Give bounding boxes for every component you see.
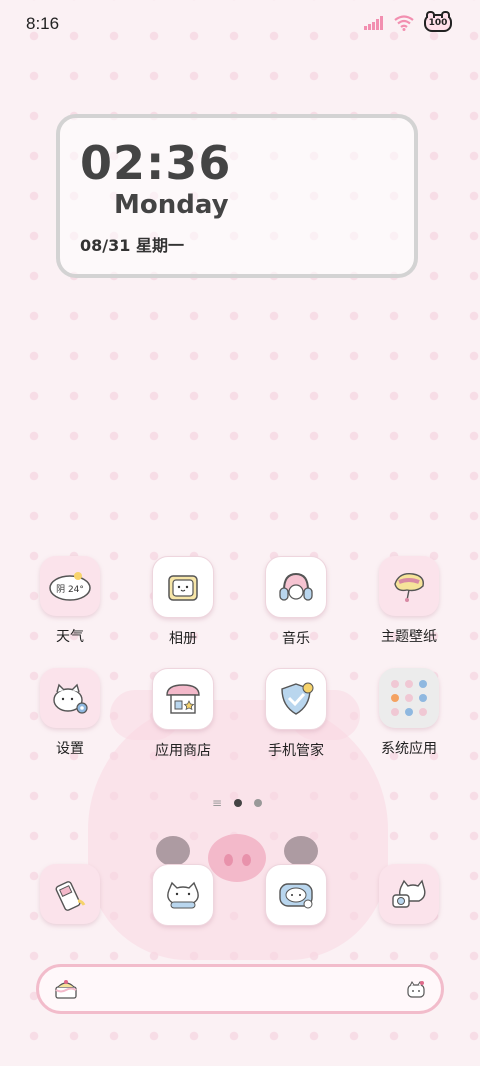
app-system-folder[interactable]: 系统应用 xyxy=(359,668,459,758)
signal-icon xyxy=(364,16,383,30)
dock-phone[interactable] xyxy=(20,864,120,924)
app-settings[interactable]: 设置 xyxy=(20,668,120,758)
status-time: 8:16 xyxy=(26,14,60,33)
app-store[interactable]: 应用商店 xyxy=(133,668,233,760)
status-bar: 8:16 100 xyxy=(0,0,480,48)
wifi-icon xyxy=(394,15,414,31)
app-music[interactable]: 音乐 xyxy=(246,556,346,648)
clock-widget[interactable]: 02:36 Monday 08/31 星期一 xyxy=(56,114,418,278)
clock-date: 08/31 星期一 xyxy=(80,236,184,255)
messages-icon xyxy=(152,864,214,926)
page-indicator[interactable]: ≡ xyxy=(212,796,263,810)
app-gallery[interactable]: 相册 xyxy=(133,556,233,648)
app-label-weather: 天气 xyxy=(56,629,84,645)
page-dot-2[interactable] xyxy=(254,799,263,807)
app-phone-manager[interactable]: 手机管家 xyxy=(246,668,346,760)
app-store-icon xyxy=(152,668,214,730)
app-label-phone-manager: 手机管家 xyxy=(268,743,324,759)
app-label-gallery: 相册 xyxy=(169,631,197,647)
weather-icon: 阴 24° xyxy=(40,556,100,616)
settings-icon xyxy=(40,668,100,728)
pig-eye-left xyxy=(156,836,190,866)
dock-camera[interactable] xyxy=(359,864,459,924)
music-icon xyxy=(265,556,327,618)
dock-browser[interactable] xyxy=(246,864,346,926)
page-dot-1[interactable] xyxy=(234,799,243,807)
battery-icon: 100 xyxy=(424,11,452,32)
camera-icon xyxy=(379,864,439,924)
cake-icon xyxy=(55,980,77,999)
clock-day: Monday xyxy=(114,190,229,220)
app-weather[interactable]: 阴 24° 天气 xyxy=(20,556,120,646)
app-theme[interactable]: 主题壁纸 xyxy=(359,556,459,646)
status-icons: 100 xyxy=(364,11,452,32)
app-label-store: 应用商店 xyxy=(155,743,211,759)
app-label-system-folder: 系统应用 xyxy=(381,741,437,757)
phone-icon xyxy=(40,864,100,924)
pig-mic-icon[interactable] xyxy=(405,980,427,1000)
app-label-theme: 主题壁纸 xyxy=(381,629,437,645)
search-bar[interactable] xyxy=(36,964,444,1014)
gallery-icon xyxy=(152,556,214,618)
app-label-music: 音乐 xyxy=(282,631,310,647)
system-folder-icon xyxy=(379,668,439,728)
pig-eye-right xyxy=(284,836,318,866)
app-label-settings: 设置 xyxy=(56,741,84,757)
menu-lines-icon: ≡ xyxy=(212,796,223,810)
dock-messages[interactable] xyxy=(133,864,233,926)
browser-icon xyxy=(265,864,327,926)
phone-manager-icon xyxy=(265,668,327,730)
theme-icon xyxy=(379,556,439,616)
weather-icon-text: 阴 24° xyxy=(56,584,84,595)
clock-time: 02:36 xyxy=(80,136,232,190)
